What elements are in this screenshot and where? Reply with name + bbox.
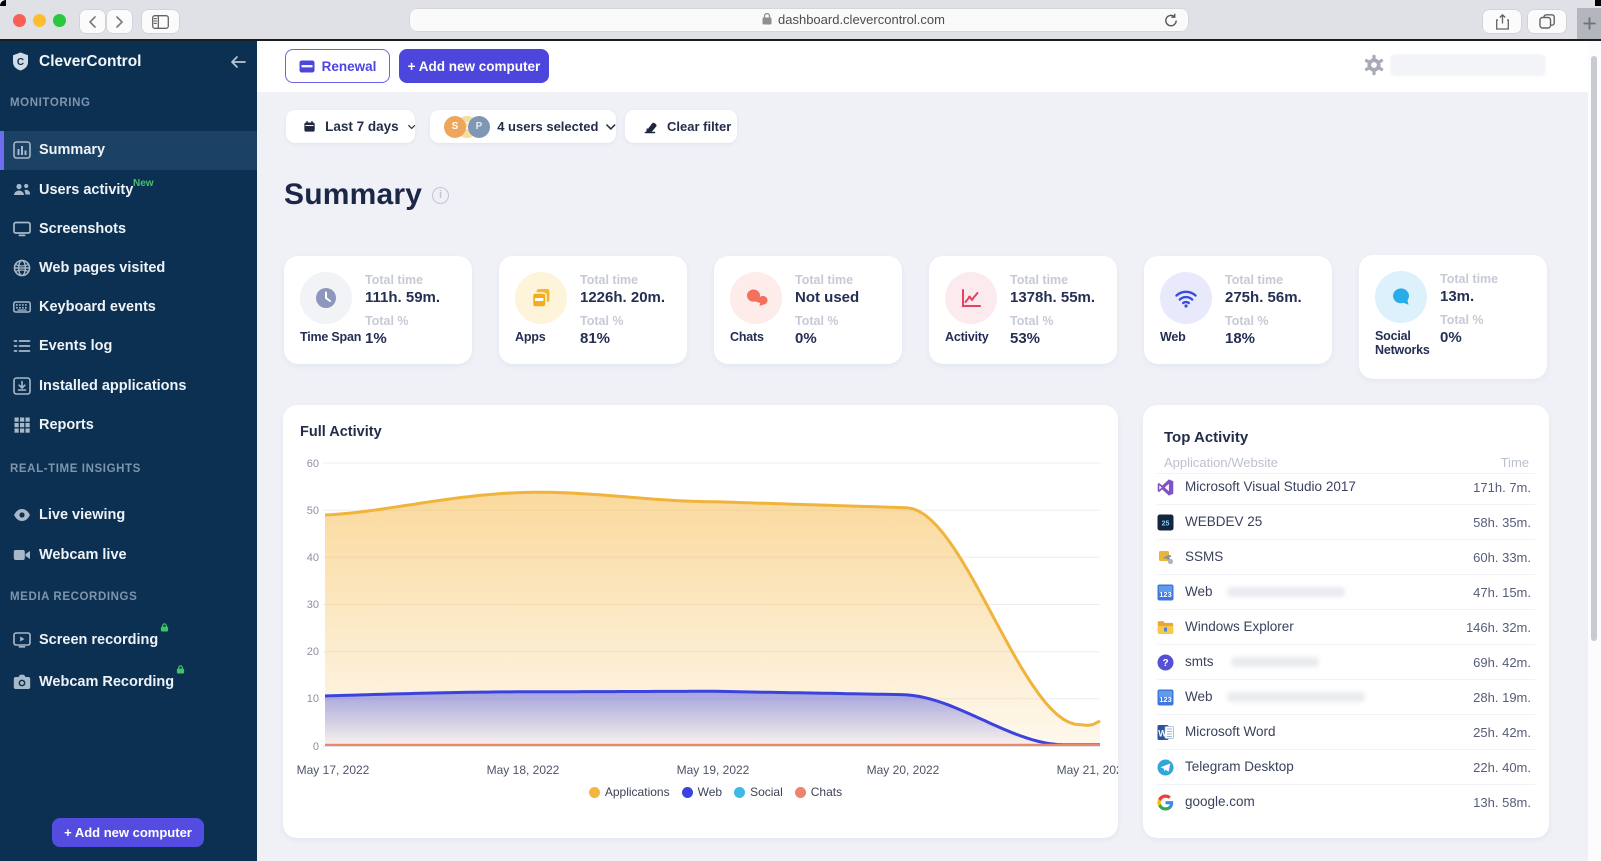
- svg-text:10: 10: [307, 693, 319, 705]
- svg-text:123: 123: [1159, 695, 1172, 704]
- svg-text:0: 0: [313, 741, 319, 753]
- svg-text:50: 50: [307, 505, 319, 517]
- svg-text:25: 25: [1162, 521, 1170, 528]
- svg-text:30: 30: [307, 599, 319, 611]
- svg-text:W: W: [1158, 729, 1167, 739]
- svg-text:60: 60: [307, 458, 319, 470]
- svg-text:?: ?: [1162, 658, 1168, 669]
- svg-text:C: C: [17, 57, 24, 68]
- svg-text:20: 20: [307, 646, 319, 658]
- svg-text:123: 123: [1159, 590, 1172, 599]
- svg-text:40: 40: [307, 552, 319, 564]
